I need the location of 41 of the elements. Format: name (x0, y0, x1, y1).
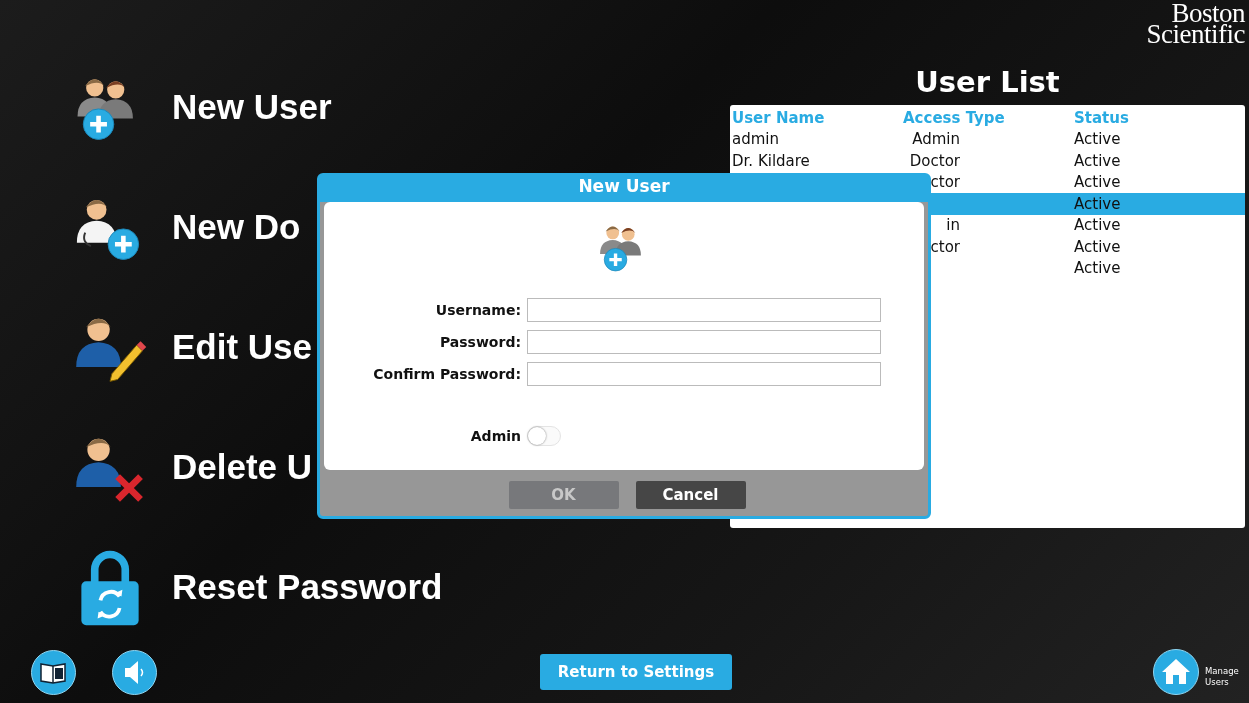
column-header: Access Type (903, 108, 1006, 127)
column-header: User Name (732, 108, 826, 127)
logo-text: Boston (1171, 3, 1245, 24)
menu-item[interactable]: Reset Password (172, 567, 443, 607)
list-title: User List (914, 65, 1061, 99)
menu-item[interactable]: New Do (172, 207, 301, 247)
dialog-title: New User (578, 176, 670, 196)
table-cell: Active (1074, 237, 1121, 256)
field-label: Username: (434, 302, 521, 318)
table-cell: Active (1074, 173, 1121, 192)
table-cell: Active (1074, 216, 1121, 235)
home-icon[interactable] (1153, 649, 1199, 695)
table-row[interactable]: admin Admin Active (730, 128, 1245, 150)
table-cell: Admin (912, 130, 960, 149)
table-cell: Doctor (909, 151, 960, 170)
table-cell: Active (1074, 259, 1121, 278)
table-cell: in (946, 216, 960, 235)
table-row[interactable]: Dr. Kildare Doctor Active (730, 150, 1245, 172)
speaker-icon[interactable] (112, 649, 157, 695)
table-cell: ctor (930, 237, 960, 256)
menu-item[interactable]: New User (172, 87, 332, 127)
logo-text: Scientific (1146, 24, 1245, 45)
menu-item[interactable]: Edit Use (172, 327, 313, 367)
cancel-button[interactable]: Cancel (635, 481, 746, 509)
table-cell: Dr. Kildare (732, 151, 810, 170)
field-label: Password: (438, 334, 521, 350)
table-cell: Active (1074, 130, 1121, 149)
manual-info-icon[interactable] (31, 649, 76, 695)
table-cell: admin (732, 130, 779, 149)
input-field[interactable] (527, 362, 881, 386)
admin-toggle[interactable] (527, 426, 561, 446)
input-field[interactable] (527, 298, 881, 322)
table-cell: ctor (930, 173, 960, 192)
table-cell: Active (1074, 151, 1121, 170)
field-label: Confirm Password: (372, 366, 521, 382)
toggle-label: Admin (469, 428, 521, 444)
table-cell: Active (1074, 194, 1121, 213)
column-header: Status (1074, 108, 1130, 127)
menu-item[interactable]: Delete U (172, 447, 313, 487)
input-field[interactable] (527, 330, 881, 354)
home-caption: Manage Users (1205, 666, 1240, 688)
